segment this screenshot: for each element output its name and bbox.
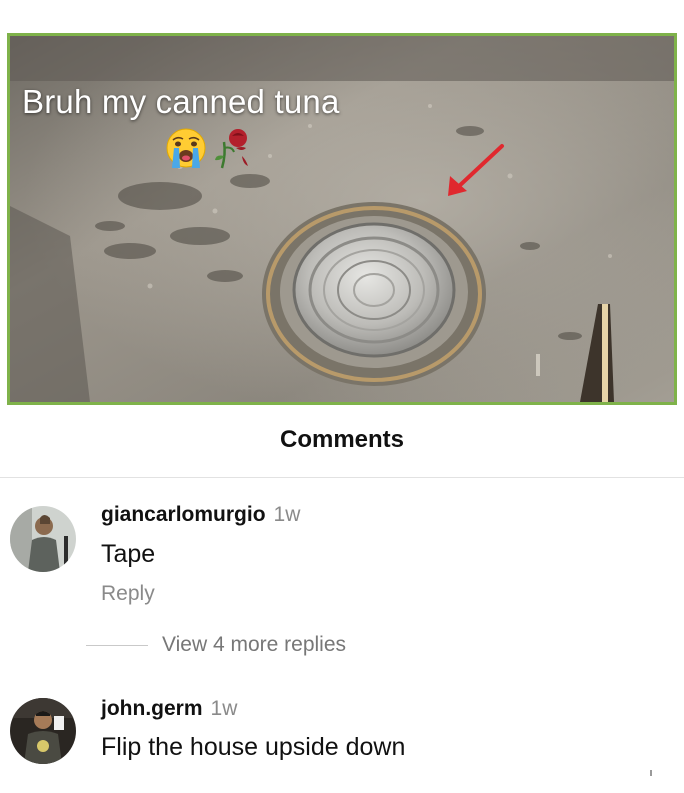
- comment-timestamp: 1w: [210, 697, 238, 720]
- comment-username[interactable]: john.germ: [101, 697, 203, 721]
- caption-emoji-row: [164, 126, 252, 170]
- comments-header: Comments: [0, 405, 684, 478]
- divider: [86, 644, 148, 646]
- wilted-rose-icon: [215, 129, 248, 169]
- user-photo-icon: [10, 698, 76, 764]
- crying-face-icon: [166, 128, 206, 168]
- comment-header: john.germ 1w: [101, 697, 237, 721]
- comments-title: Comments: [279, 426, 405, 453]
- comment-text: Flip the house upside down: [101, 733, 406, 761]
- avatar[interactable]: [10, 698, 76, 764]
- scroll-indicator: [650, 770, 652, 776]
- comment-username[interactable]: giancarlomurgio: [101, 503, 266, 527]
- view-replies-button[interactable]: View 4 more replies: [86, 633, 346, 657]
- user-photo-icon: [10, 506, 76, 572]
- reply-button[interactable]: Reply: [101, 582, 155, 606]
- post-caption: Bruh my canned tuna: [22, 83, 340, 120]
- comment-header: giancarlomurgio 1w: [101, 503, 300, 527]
- avatar[interactable]: [10, 506, 76, 572]
- post-image[interactable]: Bruh my canned tuna: [7, 33, 677, 405]
- comment-text: Tape: [101, 540, 156, 568]
- comment-timestamp: 1w: [273, 503, 301, 526]
- view-replies-label: View 4 more replies: [162, 633, 347, 656]
